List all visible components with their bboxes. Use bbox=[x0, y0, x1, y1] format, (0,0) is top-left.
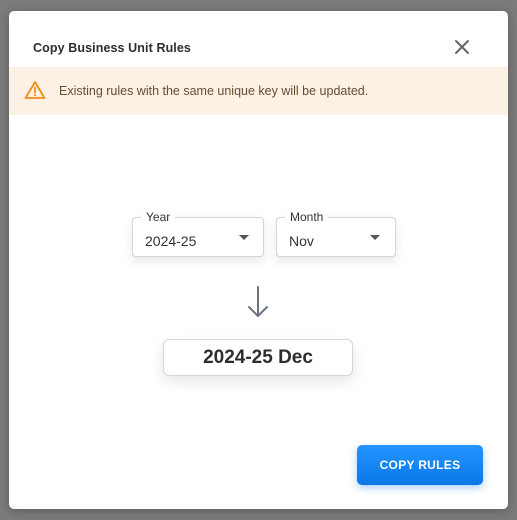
copy-rules-button[interactable]: COPY RULES bbox=[357, 445, 483, 485]
target-period-display: 2024-25 Dec bbox=[163, 339, 353, 376]
warning-triangle-icon bbox=[24, 80, 46, 100]
close-icon[interactable] bbox=[450, 35, 474, 59]
warning-message: Existing rules with the same unique key … bbox=[59, 84, 369, 98]
year-value: 2024-25 bbox=[145, 233, 197, 249]
month-label: Month bbox=[285, 210, 329, 224]
copy-rules-dialog: Copy Business Unit Rules Existing rules … bbox=[9, 11, 508, 509]
year-label: Year bbox=[141, 210, 176, 224]
month-select[interactable]: Month Nov bbox=[276, 210, 396, 257]
chevron-down-icon bbox=[239, 235, 249, 240]
dialog-title: Copy Business Unit Rules bbox=[33, 41, 191, 55]
year-select[interactable]: Year 2024-25 bbox=[132, 210, 264, 257]
month-value: Nov bbox=[289, 233, 314, 249]
warning-banner: Existing rules with the same unique key … bbox=[9, 67, 508, 115]
arrow-down-icon bbox=[247, 285, 269, 319]
chevron-down-icon bbox=[370, 235, 380, 240]
